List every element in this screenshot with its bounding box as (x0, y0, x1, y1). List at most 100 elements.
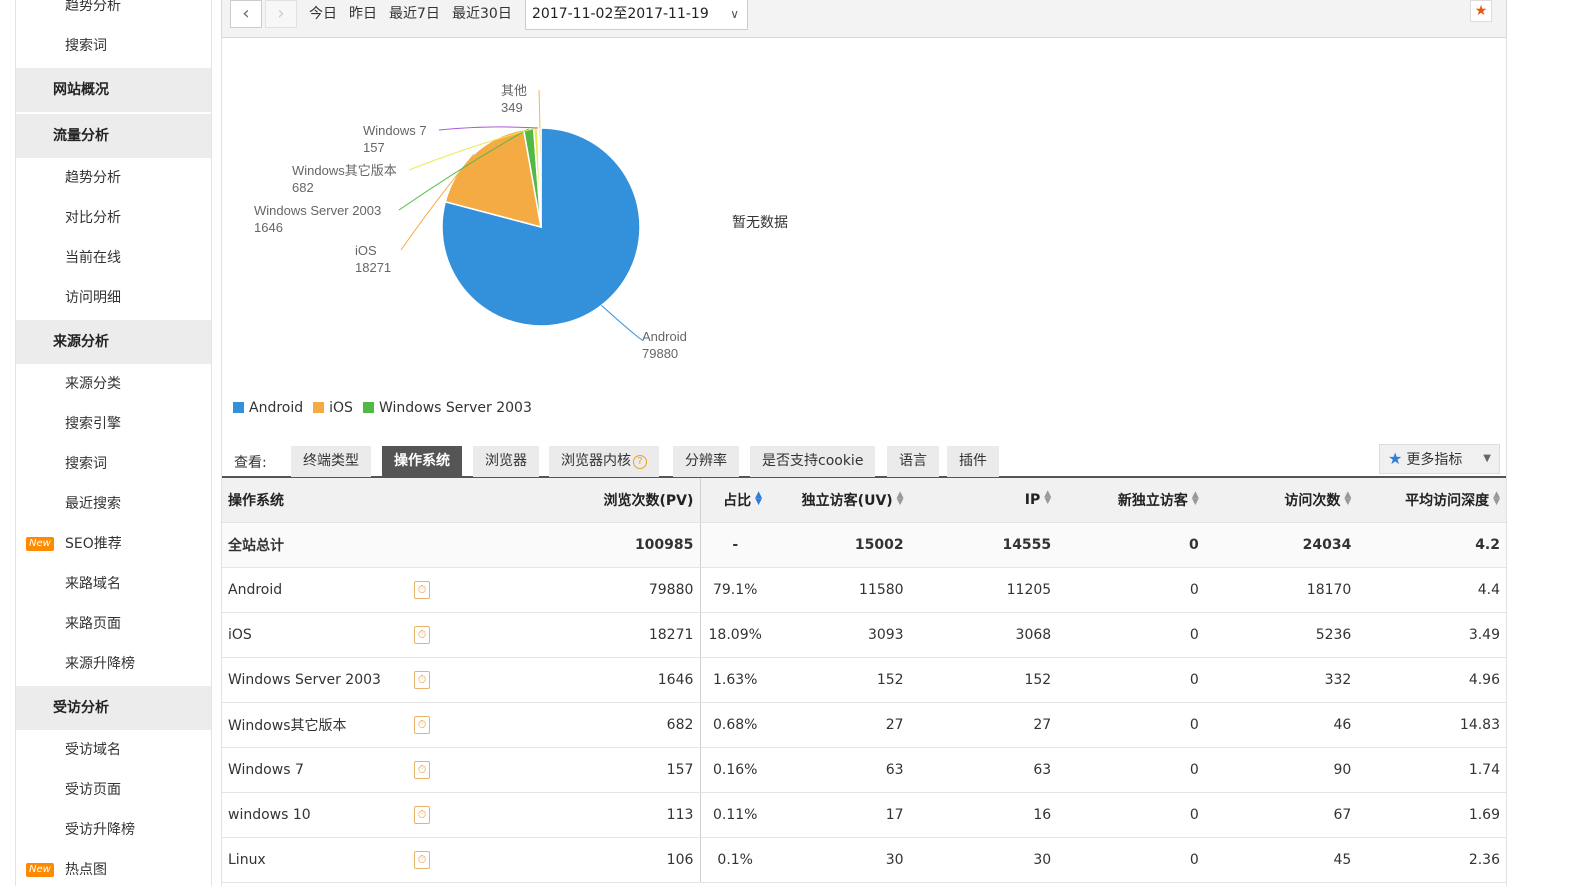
tab-5[interactable]: 是否支持cookie (750, 446, 876, 477)
sort-icon[interactable]: ▲ ▼ (1344, 490, 1351, 506)
column-header[interactable]: 浏览次数(PV) (416, 478, 702, 523)
legend-item[interactable]: Windows Server 2003 (362, 400, 532, 416)
trend-report-icon[interactable]: ⏱ (414, 760, 430, 779)
cell-value: Linux (228, 851, 266, 868)
sort-icon[interactable]: ▲ ▼ (1044, 490, 1051, 506)
column-header-label: 浏览次数(PV) (603, 492, 694, 509)
sidebar-item-13[interactable]: New SEO推荐 (16, 524, 211, 564)
cell-value: 27 (1033, 716, 1052, 733)
table-cell: 46 (1205, 702, 1359, 748)
table-cell: 0.11% (700, 792, 770, 838)
sidebar-item-1[interactable]: 搜索词 (16, 26, 211, 66)
prev-period-button[interactable]: ‹ (230, 0, 262, 28)
column-header[interactable]: 新独立访客 ▲ ▼ (1058, 478, 1206, 523)
cell-value: 152 (876, 671, 904, 688)
sidebar-item-12[interactable]: 最近搜索 (16, 484, 211, 524)
help-icon[interactable]: ? (633, 455, 647, 469)
sidebar-group-8[interactable]: 来源分析 (16, 320, 211, 364)
cell-value: 18.09% (708, 626, 762, 643)
cell-value: 2.36 (1468, 851, 1500, 868)
table-row[interactable]: Linux ⏱ 106 0.1% 30 30 0 45 2.36 (221, 837, 1507, 883)
cell-value: 5236 (1315, 626, 1352, 643)
sidebar-item-4[interactable]: 趋势分析 (16, 158, 211, 198)
table-total-row[interactable]: 全站总计 100985 - 15002 14555 0 24034 4.2 (221, 522, 1507, 568)
last30-link[interactable]: 最近30日 (452, 2, 512, 26)
pie-value-label: 79880 (642, 346, 678, 361)
cell-value: 46 (1333, 716, 1352, 733)
chevron-right-icon: › (277, 3, 285, 24)
column-header-label: 独立访客(UV) (801, 492, 893, 509)
sidebar-item-11[interactable]: 搜索词 (16, 444, 211, 484)
table-row[interactable]: Windows其它版本 ⏱ 682 0.68% 27 27 0 46 14.83 (221, 702, 1507, 748)
trend-report-icon[interactable]: ⏱ (414, 850, 430, 869)
table-cell: 24034 (1205, 522, 1359, 568)
table-row[interactable]: windows 10 ⏱ 113 0.11% 17 16 0 67 1.69 (221, 792, 1507, 838)
cell-value: 157 (666, 761, 694, 778)
tab-7[interactable]: 插件 (947, 446, 999, 477)
legend-item[interactable]: iOS (313, 400, 353, 416)
column-header[interactable]: 占比 ▲ ▼ (700, 478, 770, 523)
last7-link[interactable]: 最近7日 (389, 2, 440, 26)
tab-4[interactable]: 分辨率 (673, 446, 739, 477)
trend-report-icon[interactable]: ⏱ (414, 625, 430, 644)
sidebar-group-17[interactable]: 受访分析 (16, 686, 211, 730)
sidebar-item-7[interactable]: 访问明细 (16, 278, 211, 318)
sidebar-item-6[interactable]: 当前在线 (16, 238, 211, 278)
sidebar-item-label: 来源分析 (53, 334, 109, 350)
sidebar-group-3[interactable]: 流量分析 (16, 114, 211, 158)
new-badge: New (26, 863, 54, 877)
date-range-select[interactable]: 2017-11-02至2017-11-19 ∨ (525, 0, 748, 30)
cell-value: windows 10 (228, 806, 311, 823)
sidebar-group-2[interactable]: 网站概况 (16, 68, 211, 112)
sidebar-item-0[interactable]: 趋势分析 (16, 0, 211, 26)
table-row[interactable]: Android ⏱ 79880 79.1% 11580 11205 0 18170 4.4 (221, 567, 1507, 613)
sidebar-item-14[interactable]: 来路域名 (16, 564, 211, 604)
column-header[interactable]: IP ▲ ▼ (910, 478, 1059, 523)
os-data-table: 操作系统 浏览次数(PV) 占比 ▲ ▼ 独立访客(UV) ▲ ▼ IP ▲ ▼ 新独立访客 ▲ ▼ 访问次… (221, 478, 1507, 883)
table-row[interactable]: Windows Server 2003 ⏱ 1646 1.63% 152 152 0 332 4… (221, 657, 1507, 703)
cell-value: 全站总计 (228, 537, 284, 554)
trend-report-icon[interactable]: ⏱ (414, 580, 430, 599)
pie-label: Windows 7 (363, 123, 427, 138)
sidebar-item-9[interactable]: 来源分类 (16, 364, 211, 404)
sidebar-item-16[interactable]: 来源升降榜 (16, 644, 211, 684)
table-cell: 332 (1205, 657, 1359, 703)
table-row[interactable]: Windows 7 ⏱ 157 0.16% 63 63 0 90 1.74 (221, 747, 1507, 793)
more-metrics-button[interactable]: ★ 更多指标 ▼ (1379, 444, 1500, 474)
next-period-button[interactable]: › (265, 0, 297, 28)
sort-icon[interactable]: ▲ ▼ (1192, 490, 1199, 506)
tab-2[interactable]: 浏览器 (473, 446, 539, 477)
trend-report-icon[interactable]: ⏱ (414, 805, 430, 824)
legend-item[interactable]: Android (233, 400, 303, 416)
pin-button[interactable]: ★ (1470, 0, 1492, 22)
sidebar-item-5[interactable]: 对比分析 (16, 198, 211, 238)
sort-icon[interactable]: ▲ ▼ (897, 490, 904, 506)
column-header[interactable]: 平均访问深度 ▲ ▼ (1358, 478, 1507, 523)
tab-3[interactable]: 浏览器内核? (549, 446, 659, 477)
column-header[interactable]: 访问次数 ▲ ▼ (1205, 478, 1359, 523)
cell-value: 17 (885, 806, 904, 823)
trend-report-icon[interactable]: ⏱ (414, 715, 430, 734)
sidebar-item-18[interactable]: 受访域名 (16, 730, 211, 770)
sidebar-item-21[interactable]: New 热点图 (16, 850, 211, 886)
sidebar-item-10[interactable]: 搜索引擎 (16, 404, 211, 444)
cell-value: 63 (885, 761, 904, 778)
column-header[interactable]: 独立访客(UV) ▲ ▼ (769, 478, 911, 523)
table-row[interactable]: iOS ⏱ 18271 18.09% 3093 3068 0 5236 3.49 (221, 612, 1507, 658)
dimension-tabs: 查看: ★ 更多指标 ▼ 终端类型 操作系统 浏览器 浏览器内核? 分辨率 是否支持cook… (221, 444, 1507, 478)
trend-report-icon[interactable]: ⏱ (414, 670, 430, 689)
table-cell: 0 (1058, 522, 1206, 568)
sidebar-item-20[interactable]: 受访升降榜 (16, 810, 211, 850)
tab-0[interactable]: 终端类型 (291, 446, 371, 477)
cell-value: 3093 (867, 626, 904, 643)
yesterday-link[interactable]: 昨日 (349, 2, 377, 26)
date-toolbar: ‹ › 今日 昨日 最近7日 最近30日 2017-11-02至2017-11-… (221, 0, 1507, 38)
table-cell: Windows Server 2003 ⏱ (221, 657, 430, 703)
tab-6[interactable]: 语言 (887, 446, 939, 477)
sidebar-item-19[interactable]: 受访页面 (16, 770, 211, 810)
tab-1[interactable]: 操作系统 (382, 446, 462, 477)
today-link[interactable]: 今日 (309, 2, 337, 26)
sidebar-item-15[interactable]: 来路页面 (16, 604, 211, 644)
sort-icon[interactable]: ▲ ▼ (755, 490, 762, 506)
sort-icon[interactable]: ▲ ▼ (1493, 490, 1500, 506)
